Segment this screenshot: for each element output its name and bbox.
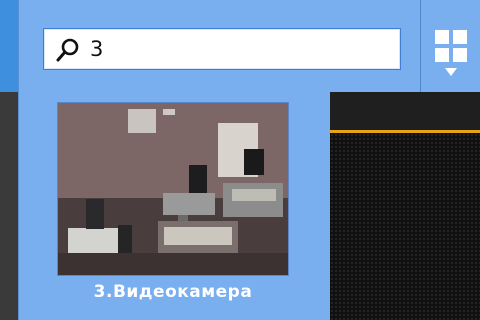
video-viewer-area[interactable] bbox=[330, 92, 480, 320]
viewer-toolbar bbox=[330, 92, 480, 130]
camera-preview-image bbox=[58, 103, 288, 275]
search-icon bbox=[56, 38, 79, 62]
grid-icon bbox=[435, 30, 467, 62]
layout-select-button[interactable] bbox=[433, 28, 469, 80]
camera-thumbnail[interactable] bbox=[58, 103, 288, 275]
chevron-down-icon bbox=[445, 68, 457, 76]
left-edge-cap bbox=[0, 0, 18, 92]
left-edge-strip bbox=[0, 0, 18, 320]
search-input[interactable]: 3 bbox=[43, 28, 401, 70]
layout-header bbox=[420, 0, 480, 92]
viewer-frame[interactable] bbox=[330, 133, 480, 320]
camera-label[interactable]: 3.Видеокамера bbox=[58, 282, 288, 302]
search-value: 3 bbox=[90, 37, 104, 61]
